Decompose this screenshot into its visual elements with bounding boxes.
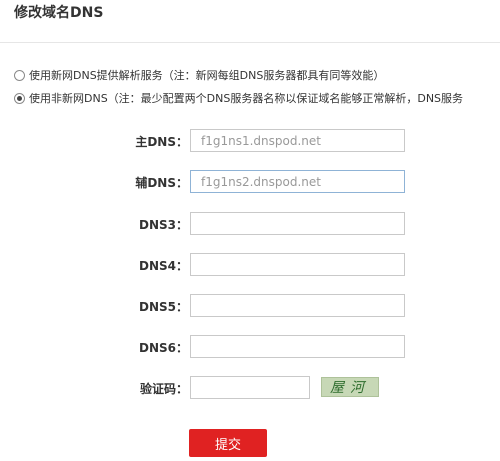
option-xinnet-dns-label: 使用新网DNS提供解析服务（注：新网每组DNS服务器都具有同等效能） <box>29 69 385 82</box>
option-custom-dns[interactable]: 使用非新网DNS（注：最少配置两个DNS服务器名称以保证域名能够正常解析，DNS… <box>14 90 463 106</box>
dns3-input[interactable] <box>190 212 405 235</box>
option-xinnet-dns[interactable]: 使用新网DNS提供解析服务（注：新网每组DNS服务器都具有同等效能） <box>14 67 384 83</box>
captcha-input[interactable] <box>190 376 310 399</box>
title-divider <box>0 42 500 43</box>
radio-xinnet-dns[interactable] <box>14 69 25 81</box>
dns5-input[interactable] <box>190 294 405 317</box>
dns4-label: DNS4： <box>139 259 188 273</box>
radio-custom-dns[interactable] <box>14 92 25 104</box>
dns4-input[interactable] <box>190 253 405 276</box>
field-row-captcha: 验证码： 屋河 <box>0 376 500 400</box>
dns2-input[interactable] <box>190 170 405 193</box>
option-custom-dns-label: 使用非新网DNS（注：最少配置两个DNS服务器名称以保证域名能够正常解析，DNS… <box>29 92 464 105</box>
modify-dns-page: 修改域名DNS 使用新网DNS提供解析服务（注：新网每组DNS服务器都具有同等效… <box>0 0 500 461</box>
field-row-dns3: DNS3： <box>0 212 500 236</box>
dns2-label: 辅DNS： <box>135 176 188 190</box>
field-row-dns1: 主DNS： <box>0 129 500 153</box>
dns3-label: DNS3： <box>139 218 188 232</box>
dns1-label: 主DNS： <box>135 135 188 149</box>
dns6-label: DNS6： <box>139 341 188 355</box>
field-row-dns2: 辅DNS： <box>0 170 500 194</box>
captcha-image[interactable]: 屋河 <box>321 377 379 397</box>
submit-button[interactable]: 提交 <box>189 429 267 457</box>
field-row-dns6: DNS6： <box>0 335 500 359</box>
captcha-label: 验证码： <box>139 382 188 396</box>
dns5-label: DNS5： <box>139 300 188 314</box>
dns1-input[interactable] <box>190 129 405 152</box>
page-title: 修改域名DNS <box>14 5 104 21</box>
field-row-dns4: DNS4： <box>0 253 500 277</box>
dns6-input[interactable] <box>190 335 405 358</box>
field-row-dns5: DNS5： <box>0 294 500 318</box>
